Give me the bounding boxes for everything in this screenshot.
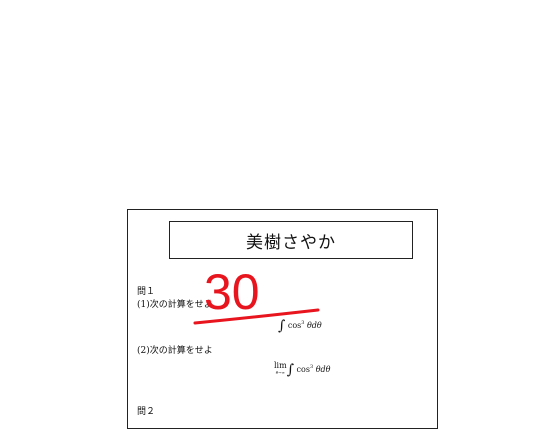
name-box: 美樹さやか [169, 221, 413, 259]
formula-2-power: 3 [309, 364, 314, 370]
formula-limit-integral: lim θ→∞ ∫ cos3 θdθ [274, 361, 331, 379]
formula-2-tail: θdθ [315, 365, 331, 374]
handwritten-score: 30 [193, 268, 320, 325]
question-1-part-2: (2)次の計算をせよ [137, 346, 213, 356]
limit-text: lim [274, 361, 287, 370]
question-2-label: 問２ [137, 407, 156, 417]
limit-operator: lim θ→∞ [274, 361, 287, 376]
score-text: 30 [204, 268, 260, 320]
formula-2-func: cos [296, 365, 310, 374]
integral-symbol: ∫ [286, 362, 294, 378]
limit-subscript: θ→∞ [275, 370, 285, 375]
question-1-label: 問１ [137, 287, 156, 297]
student-name: 美樹さやか [246, 232, 336, 253]
